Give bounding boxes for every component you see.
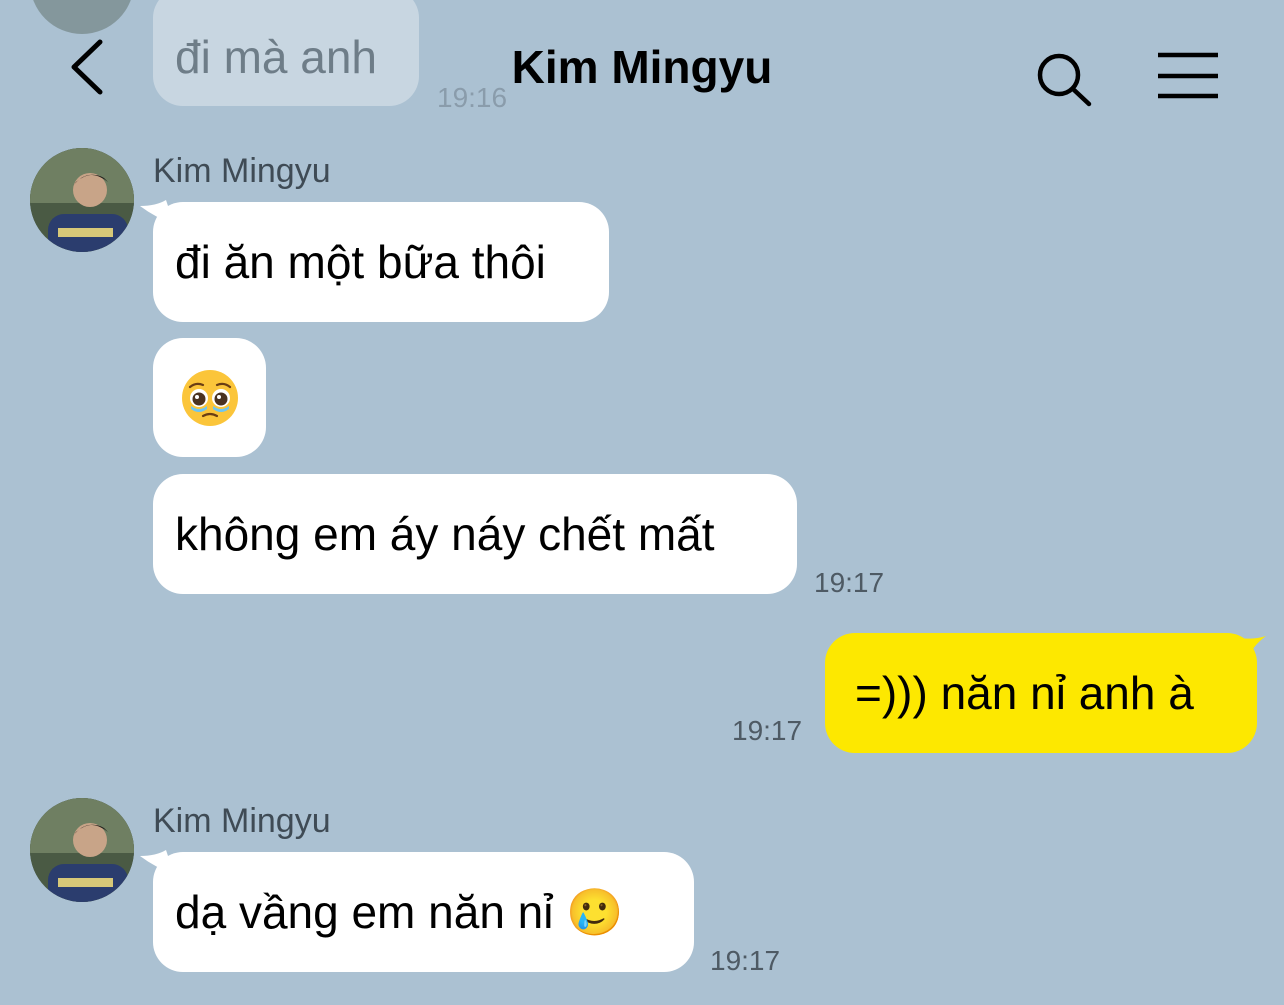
- outgoing-message-bubble[interactable]: =))) năn nỉ anh à: [825, 633, 1257, 753]
- message-text: không em áy náy chết mất: [175, 508, 715, 560]
- chevron-left-icon: [71, 39, 103, 95]
- avatar[interactable]: [30, 148, 134, 252]
- avatar-image: [30, 798, 134, 902]
- back-button[interactable]: [64, 36, 114, 98]
- message-text: đi mà anh: [175, 31, 378, 83]
- pleading-face-icon: [181, 369, 238, 426]
- search-button[interactable]: [1034, 50, 1094, 110]
- menu-button[interactable]: [1155, 50, 1221, 102]
- bubble-tail: [1238, 636, 1266, 662]
- sender-name: Kim Mingyu: [153, 152, 331, 190]
- message-text: dạ vầng em năn nỉ 🥲: [175, 886, 624, 938]
- message-text: =))) năn nỉ anh à: [855, 667, 1194, 719]
- avatar[interactable]: [30, 798, 134, 902]
- sender-name: Kim Mingyu: [153, 802, 331, 840]
- avatar-image: [30, 148, 134, 252]
- message-time: 19:17: [710, 945, 781, 976]
- message-bubble[interactable]: đi ăn một bữa thôi: [153, 202, 609, 322]
- message-time: 19:17: [732, 715, 803, 746]
- message-text: đi ăn một bữa thôi: [175, 236, 546, 288]
- search-icon: [1037, 53, 1092, 107]
- emoji-message-bubble[interactable]: 🥹: [153, 338, 266, 457]
- message-bubble[interactable]: đi mà anh: [153, 0, 419, 106]
- hamburger-menu-icon: [1158, 52, 1218, 99]
- message-time: 19:17: [814, 567, 885, 598]
- message-bubble[interactable]: không em áy náy chết mất: [153, 474, 797, 594]
- avatar[interactable]: [30, 0, 134, 34]
- page-title: Kim Mingyu: [511, 41, 773, 93]
- message-bubble[interactable]: dạ vầng em năn nỉ 🥲: [153, 852, 694, 972]
